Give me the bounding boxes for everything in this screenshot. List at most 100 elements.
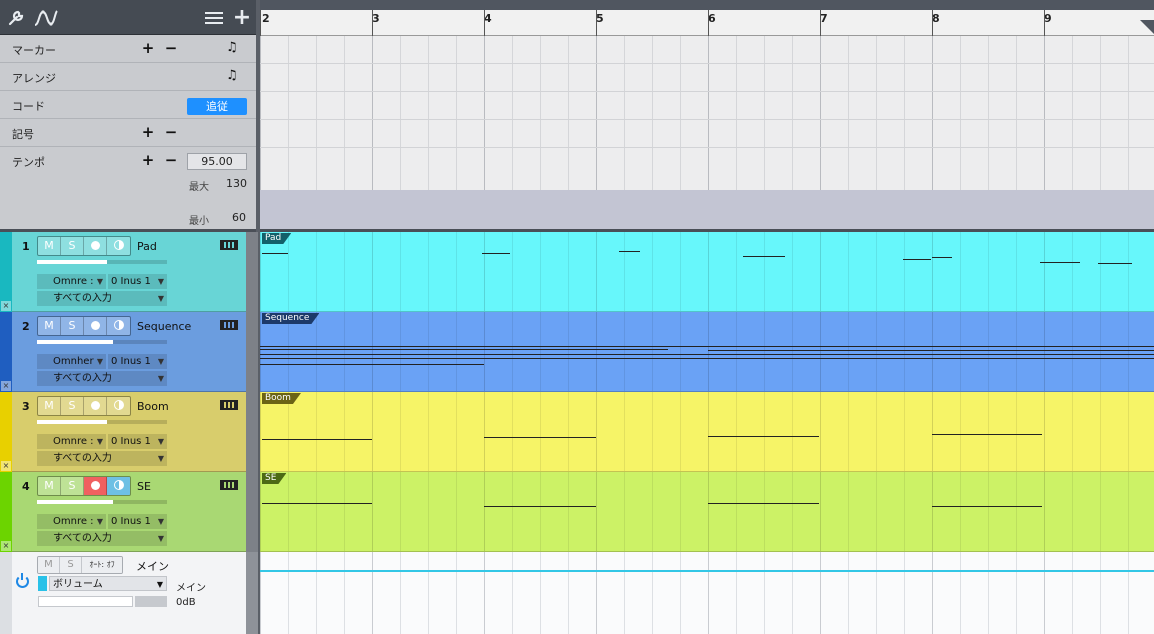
signature-lane[interactable]: [260, 120, 1154, 148]
input-device-select[interactable]: Omnre : ▼: [37, 434, 106, 449]
clip-label[interactable]: Pad: [262, 233, 291, 244]
track-header-boom[interactable]: × 3 M S Boom Omnre : ▼ 0 Inus 1 ▼ すべての入力 ▼: [0, 392, 246, 472]
main-scroll-column[interactable]: [246, 552, 258, 634]
volume-automation-line[interactable]: [260, 570, 1154, 572]
tempo-value-field[interactable]: 95.00: [187, 153, 247, 170]
midi-note[interactable]: [262, 439, 372, 440]
monitor-button[interactable]: [107, 317, 130, 335]
tempo-remove-button[interactable]: −: [164, 151, 178, 169]
track-name[interactable]: Pad: [137, 240, 157, 253]
midi-note[interactable]: [262, 503, 372, 504]
chord-lane[interactable]: [260, 92, 1154, 120]
monitor-button[interactable]: [107, 397, 130, 415]
mute-button[interactable]: M: [38, 397, 61, 415]
midi-note[interactable]: [260, 349, 668, 350]
main-automation-lane[interactable]: [260, 552, 1154, 634]
keyboard-icon[interactable]: [220, 240, 238, 250]
input-channel-select[interactable]: 0 Inus 1 ▼: [108, 434, 167, 449]
signature-remove-button[interactable]: −: [164, 123, 178, 141]
input-all-select[interactable]: すべての入力 ▼: [37, 451, 167, 466]
mute-button[interactable]: M: [38, 477, 61, 495]
midi-note[interactable]: [260, 354, 1154, 355]
keyboard-icon[interactable]: [220, 400, 238, 410]
input-all-select[interactable]: すべての入力 ▼: [37, 291, 167, 306]
music-note-icon[interactable]: ♫: [226, 68, 238, 83]
record-button[interactable]: [84, 477, 107, 495]
midi-note[interactable]: [932, 434, 1042, 435]
track-header-sequence[interactable]: × 2 M S Sequence Omnher ▼ 0 Inus 1 ▼ すべての入…: [0, 312, 246, 392]
expand-icon[interactable]: ×: [1, 381, 11, 391]
input-device-select[interactable]: Omnre : ▼: [37, 274, 106, 289]
record-button[interactable]: [84, 237, 107, 255]
input-device-select[interactable]: Omnher ▼: [37, 354, 106, 369]
record-button[interactable]: [84, 397, 107, 415]
tempo-add-button[interactable]: +: [141, 151, 155, 169]
track-color-strip[interactable]: ×: [0, 472, 12, 552]
main-solo-button[interactable]: S: [60, 557, 82, 573]
midi-note[interactable]: [708, 350, 1154, 351]
main-track-name[interactable]: メイン: [136, 558, 169, 574]
tempo-min-value[interactable]: 60: [232, 211, 246, 224]
main-mute-button[interactable]: M: [38, 557, 60, 573]
arrange-lane[interactable]: [260, 64, 1154, 92]
input-all-select[interactable]: すべての入力 ▼: [37, 371, 167, 386]
track-name[interactable]: SE: [137, 480, 151, 493]
midi-note[interactable]: [903, 259, 931, 260]
volume-slider[interactable]: [37, 420, 167, 424]
header-scroll-column[interactable]: [246, 232, 258, 552]
chord-follow-button[interactable]: 追従: [187, 98, 247, 115]
midi-note[interactable]: [743, 256, 785, 257]
monitor-button[interactable]: [107, 477, 130, 495]
midi-note[interactable]: [932, 506, 1042, 507]
expand-icon[interactable]: ×: [1, 541, 11, 551]
track-header-pad[interactable]: × 1 M S Pad Omnre : ▼ 0 Inus 1 ▼ すべての入力 ▼: [0, 232, 246, 312]
wrench-icon[interactable]: [6, 8, 26, 28]
solo-button[interactable]: S: [61, 397, 84, 415]
mute-button[interactable]: M: [38, 317, 61, 335]
keyboard-icon[interactable]: [220, 320, 238, 330]
clip-label[interactable]: SE: [262, 473, 286, 484]
power-icon[interactable]: [16, 573, 29, 588]
main-level-slider[interactable]: [38, 596, 133, 607]
keyboard-icon[interactable]: [220, 480, 238, 490]
midi-note[interactable]: [260, 346, 1154, 347]
midi-note[interactable]: [260, 358, 1154, 359]
auto-mode-button[interactable]: ｵｰﾄ: ｵﾌ: [82, 557, 122, 573]
monitor-button[interactable]: [107, 237, 130, 255]
input-channel-select[interactable]: 0 Inus 1 ▼: [108, 274, 167, 289]
midi-note[interactable]: [932, 257, 952, 258]
track-lane-boom[interactable]: Boom: [260, 392, 1154, 472]
midi-note[interactable]: [1098, 263, 1132, 264]
track-lane-se[interactable]: SE: [260, 472, 1154, 552]
midi-note[interactable]: [619, 251, 640, 252]
tempo-lane[interactable]: [260, 190, 1154, 229]
midi-note[interactable]: [482, 253, 510, 254]
volume-slider[interactable]: [37, 260, 167, 264]
list-icon[interactable]: [204, 8, 224, 28]
track-name[interactable]: Boom: [137, 400, 169, 413]
clip-label[interactable]: Sequence: [262, 313, 319, 324]
midi-note[interactable]: [708, 503, 819, 504]
clip-label[interactable]: Boom: [262, 393, 301, 404]
track-lane-sequence[interactable]: Sequence: [260, 312, 1154, 392]
input-channel-select[interactable]: 0 Inus 1 ▼: [108, 354, 167, 369]
add-icon[interactable]: +: [232, 7, 252, 29]
timeline-ruler[interactable]: 2 3 4 5 6 7 8 9: [260, 10, 1154, 36]
automation-curve-icon[interactable]: [32, 8, 60, 28]
tempo-max-value[interactable]: 130: [226, 177, 247, 190]
input-device-select[interactable]: Omnre : ▼: [37, 514, 106, 529]
signature-add-button[interactable]: +: [141, 123, 155, 141]
track-color-strip[interactable]: ×: [0, 232, 12, 312]
track-color-strip[interactable]: ×: [0, 392, 12, 472]
marker-remove-button[interactable]: −: [164, 39, 178, 57]
record-button[interactable]: [84, 317, 107, 335]
track-header-se[interactable]: × 4 M S SE Omnre : ▼ 0 Inus 1 ▼ すべての入力 ▼: [0, 472, 246, 552]
midi-note[interactable]: [262, 253, 288, 254]
global-lanes-area[interactable]: [260, 36, 1154, 229]
track-lane-pad[interactable]: Pad: [260, 232, 1154, 312]
midi-note[interactable]: [260, 364, 484, 365]
solo-button[interactable]: S: [61, 237, 84, 255]
input-channel-select[interactable]: 0 Inus 1 ▼: [108, 514, 167, 529]
marker-add-button[interactable]: +: [141, 39, 155, 57]
midi-note[interactable]: [1040, 262, 1080, 263]
